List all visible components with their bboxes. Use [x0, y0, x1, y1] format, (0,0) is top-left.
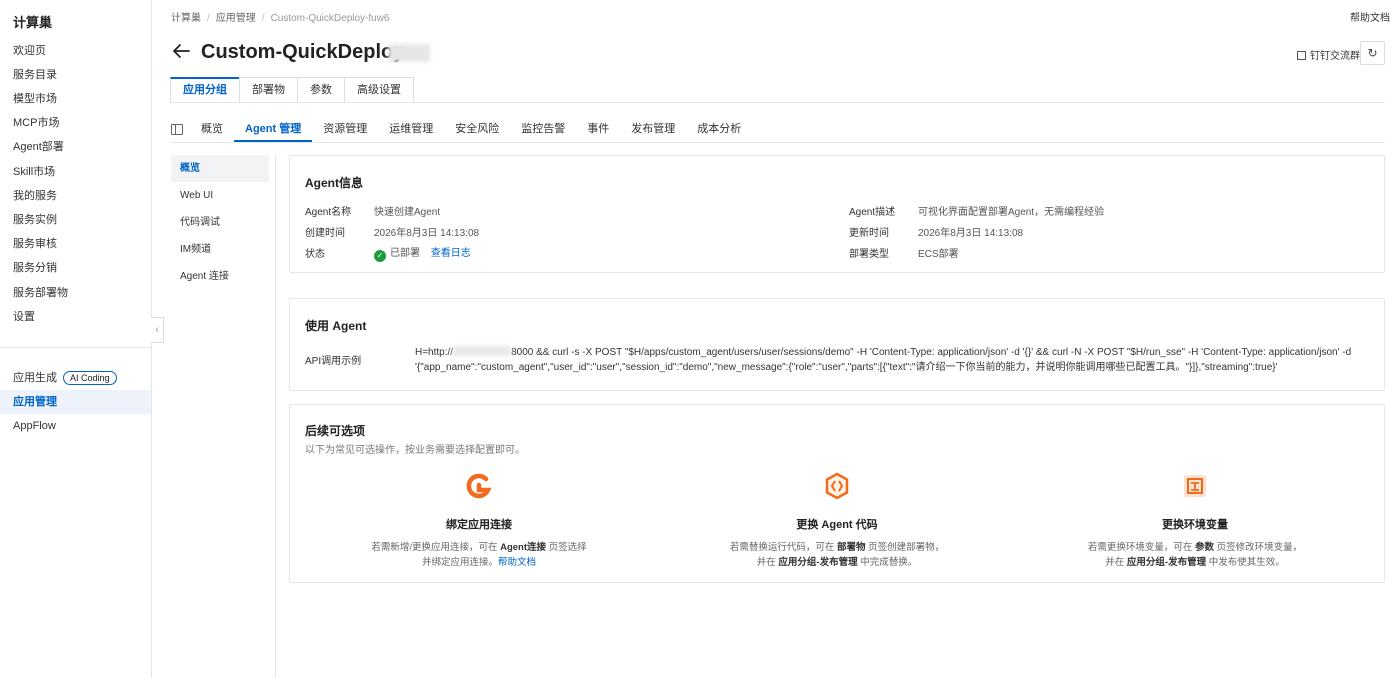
sidebar-collapse-button[interactable]: ‹	[151, 317, 164, 343]
option-title: 绑定应用连接	[446, 519, 512, 531]
subtab-ops[interactable]: 运维管理	[378, 116, 444, 142]
option-replace-code: 更换 Agent 代码 若需替换运行代码，可在 部署物 页签创建部署物， 并在 …	[707, 471, 967, 570]
menu-item-overview[interactable]: 概览	[171, 155, 269, 182]
status-value: ✓ 已部署 查看日志	[374, 244, 471, 262]
help-doc-link[interactable]: 帮助文档	[1350, 9, 1390, 24]
created-label: 创建时间	[305, 228, 345, 239]
api-example-code: H=http://8000 && curl -s -X POST "$H/app…	[415, 346, 1360, 375]
redacted-mask	[388, 44, 430, 62]
sidebar-item-settings[interactable]: 设置	[0, 305, 151, 329]
breadcrumb-item[interactable]: 计算巢	[171, 13, 201, 24]
breadcrumb: 计算巢 / 应用管理 / Custom-QuickDeploy-fuw6	[171, 13, 390, 24]
tab-artifacts[interactable]: 部署物	[239, 77, 298, 103]
subtab-overview[interactable]: 概览	[190, 116, 234, 142]
panel-toggle-icon[interactable]	[171, 124, 183, 135]
option-title: 更换环境变量	[1162, 519, 1228, 531]
agent-info-card: Agent信息 Agent名称 快速创建Agent 创建时间 2026年8月3日…	[289, 155, 1385, 273]
sidebar-item-welcome[interactable]: 欢迎页	[0, 39, 151, 63]
sidebar-item-skill-market[interactable]: Skill市场	[0, 160, 151, 184]
api-code-body: 8000 && curl -s -X POST "$H/apps/custom_…	[415, 347, 1352, 373]
subtab-events[interactable]: 事件	[576, 116, 620, 142]
use-agent-card: 使用 Agent API调用示例 H=http://8000 && curl -…	[289, 298, 1385, 391]
sidebar-item-appflow[interactable]: AppFlow	[0, 414, 151, 438]
qrcode-icon	[1297, 51, 1306, 60]
menu-item-im-channel[interactable]: IM频道	[171, 236, 269, 263]
menu-item-agent-connect[interactable]: Agent 连接	[171, 263, 269, 290]
updated-label: 更新时间	[849, 228, 889, 239]
ai-coding-badge: AI Coding	[63, 371, 117, 386]
check-circle-icon: ✓	[374, 250, 386, 262]
sidebar-item-review[interactable]: 服务审核	[0, 232, 151, 256]
refresh-button[interactable]: ↻	[1360, 41, 1385, 65]
menu-item-webui[interactable]: Web UI	[171, 182, 269, 209]
redacted-mask	[453, 346, 512, 356]
card-title: 使用 Agent	[305, 319, 367, 333]
breadcrumb-current: Custom-QuickDeploy-fuw6	[270, 13, 390, 24]
status-label: 状态	[305, 249, 325, 260]
tab-app-group[interactable]: 应用分组	[170, 77, 240, 103]
dingtalk-label: 钉钉交流群	[1310, 51, 1360, 62]
subtab-cost[interactable]: 成本分析	[686, 116, 752, 142]
sidebar-item-catalog[interactable]: 服务目录	[0, 63, 151, 87]
agent-desc-label: Agent描述	[849, 207, 896, 218]
subtab-security[interactable]: 安全风险	[444, 116, 510, 142]
sidebar-item-app-manage[interactable]: 应用管理	[0, 390, 151, 414]
connection-icon	[466, 473, 492, 499]
tab-advanced[interactable]: 高级设置	[344, 77, 414, 103]
sub-tabs: 概览 Agent 管理 资源管理 运维管理 安全风险 监控告警 事件 发布管理 …	[190, 116, 752, 142]
option-description: 若需替换运行代码，可在 部署物 页签创建部署物， 并在 应用分组-发布管理 中完…	[729, 542, 945, 568]
api-example-label: API调用示例	[305, 356, 362, 367]
subtab-release[interactable]: 发布管理	[620, 116, 686, 142]
agent-desc-value: 可视化界面配置部署Agent，无需编程经验	[918, 207, 1105, 218]
brand-title: 计算巢	[13, 15, 53, 30]
sidebar-item-mcp-market[interactable]: MCP市场	[0, 111, 151, 135]
sidebar-item-app-generate[interactable]: 应用生成 AI Coding	[0, 366, 151, 390]
card-title: 后续可选项	[305, 424, 366, 438]
tab-params[interactable]: 参数	[297, 77, 345, 103]
env-variable-icon	[1184, 475, 1206, 497]
option-description: 若需新增/更换应用连接，可在 Agent连接 页签选择 并绑定应用连接。帮助文档	[371, 542, 587, 568]
page-title: Custom-QuickDeploy-	[201, 41, 412, 63]
option-replace-env: 更换环境变量 若需更换环境变量，可在 参数 页签修改环境变量， 并在 应用分组-…	[1065, 471, 1325, 570]
status-text: 已部署	[390, 248, 420, 259]
sidebar-item-label: 应用生成	[13, 372, 57, 384]
option-bind-connection: 绑定应用连接 若需新增/更换应用连接，可在 Agent连接 页签选择 并绑定应用…	[349, 471, 609, 570]
updated-value: 2026年8月3日 14:13:08	[918, 228, 1024, 239]
sidebar-item-instances[interactable]: 服务实例	[0, 208, 151, 232]
breadcrumb-item[interactable]: 应用管理	[216, 13, 256, 24]
divider	[171, 102, 1385, 103]
divider	[171, 142, 1385, 143]
subtab-monitoring[interactable]: 监控告警	[510, 116, 576, 142]
subtab-agent-manage[interactable]: Agent 管理	[234, 116, 313, 142]
sidebar-item-model-market[interactable]: 模型市场	[0, 87, 151, 111]
help-doc-link[interactable]: 帮助文档	[498, 557, 536, 568]
refresh-icon: ↻	[1367, 46, 1378, 60]
sidebar-divider	[0, 347, 151, 348]
code-package-icon	[825, 472, 849, 500]
deploy-type-value: ECS部署	[918, 249, 959, 260]
agent-name-label: Agent名称	[305, 207, 352, 218]
api-code-prefix: H=http://	[415, 347, 454, 358]
sidebar-item-my-services[interactable]: 我的服务	[0, 184, 151, 208]
options-card: 后续可选项 以下为常见可选操作，按业务需要选择配置即可。 绑定应用连接 若需新增…	[289, 404, 1385, 583]
card-title: Agent信息	[305, 176, 363, 190]
agent-name-value: 快速创建Agent	[374, 207, 441, 218]
sidebar-item-agent-deploy[interactable]: Agent部署	[0, 135, 151, 159]
sidebar: 计算巢 欢迎页 服务目录 模型市场 MCP市场 Agent部署 Skill市场 …	[0, 0, 152, 678]
option-description: 若需更换环境变量，可在 参数 页签修改环境变量， 并在 应用分组-发布管理 中发…	[1087, 542, 1303, 568]
top-tabs: 应用分组 部署物 参数 高级设置	[170, 77, 414, 103]
option-title: 更换 Agent 代码	[796, 519, 878, 531]
sidebar-item-distribution[interactable]: 服务分销	[0, 256, 151, 280]
view-log-link[interactable]: 查看日志	[431, 248, 471, 259]
dingtalk-group-link[interactable]: 钉钉交流群	[1297, 47, 1360, 62]
deploy-type-label: 部署类型	[849, 249, 889, 260]
agent-side-menu: 概览 Web UI 代码调试 IM频道 Agent 连接	[171, 155, 276, 678]
back-arrow-icon[interactable]	[170, 40, 192, 62]
subtab-resources[interactable]: 资源管理	[312, 116, 378, 142]
menu-item-code-debug[interactable]: 代码调试	[171, 209, 269, 236]
sidebar-item-artifacts[interactable]: 服务部署物	[0, 281, 151, 305]
created-value: 2026年8月3日 14:13:08	[374, 228, 480, 239]
options-description: 以下为常见可选操作，按业务需要选择配置即可。	[305, 445, 525, 456]
